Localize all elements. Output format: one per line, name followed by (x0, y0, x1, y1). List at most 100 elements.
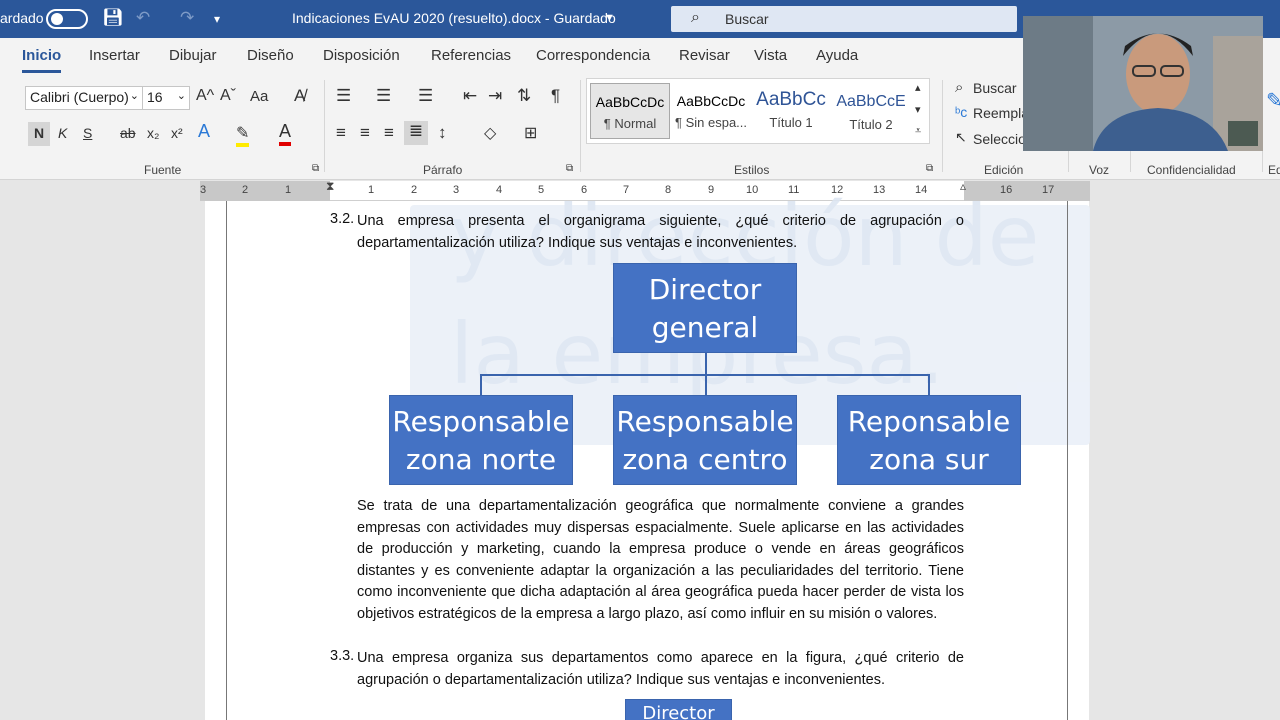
align-left-icon[interactable]: ≡ (336, 123, 346, 143)
strikethrough-button[interactable]: ab (120, 125, 136, 141)
webcam-overlay (1023, 16, 1263, 151)
multilevel-list-icon[interactable]: ☰ (418, 86, 433, 106)
tab-diseno[interactable]: Diseño (247, 47, 294, 64)
org-box-line: Responsable (616, 405, 794, 438)
sort-icon[interactable]: ⇅ (517, 86, 531, 106)
font-size-value: 16 (147, 89, 163, 105)
increase-indent-icon[interactable]: ⇥ (488, 86, 502, 106)
title-dropdown-icon[interactable]: ▼ (604, 12, 615, 24)
select-button[interactable]: Seleccio (973, 131, 1026, 147)
styles-more-icon[interactable]: ⩡ (915, 125, 921, 138)
replace-button[interactable]: Reempla (973, 105, 1029, 121)
font-color-icon[interactable]: A (279, 121, 292, 146)
editor-icon[interactable]: ✎ (1266, 88, 1280, 113)
style-sample: AaBbCcE (836, 93, 906, 110)
style-no-spacing[interactable]: AaBbCcDc ¶ Sin espa... (671, 83, 751, 139)
change-case-button[interactable]: Aa (250, 88, 268, 105)
justify-icon[interactable]: ≣ (404, 121, 428, 145)
find-icon[interactable]: ⌕ (955, 79, 963, 96)
shrink-font-button[interactable]: Aˇ (220, 87, 236, 105)
style-name: ¶ Sin espa... (674, 115, 748, 130)
org-box-director-2[interactable]: Director (625, 699, 732, 720)
font-name-select[interactable]: Calibri (Cuerpo) ⌄ (25, 86, 143, 110)
line-spacing-icon[interactable]: ↕ (438, 123, 447, 143)
question-number: 3.3. (330, 648, 355, 664)
tab-correspondencia[interactable]: Correspondencia (536, 47, 650, 64)
org-box-norte[interactable]: Responsable zona norte (389, 395, 573, 485)
style-name: ¶ Normal (603, 116, 657, 131)
text-effects-icon[interactable]: A (198, 121, 210, 142)
group-label-parrafo: Párrafo (423, 163, 463, 177)
find-button[interactable]: Buscar (973, 80, 1017, 96)
org-box-director[interactable]: Director general (613, 263, 797, 353)
shading-icon[interactable]: ◇ (484, 123, 496, 143)
question-text[interactable]: Una empresa organiza sus departamentos c… (357, 648, 964, 691)
estilos-launcher-icon[interactable]: ⧉ (926, 163, 933, 174)
highlight-icon[interactable]: ✎ (236, 123, 250, 147)
ruler-number: 17 (1042, 184, 1055, 196)
numbering-icon[interactable]: ☰ (376, 86, 391, 106)
answer-paragraph[interactable]: Se trata de una departamentalización geo… (357, 496, 964, 625)
tab-revisar[interactable]: Revisar (679, 47, 730, 64)
search-placeholder: Buscar (725, 11, 769, 27)
style-heading-2[interactable]: AaBbCcE Título 2 (831, 83, 911, 139)
ruler-number: 1 (285, 184, 292, 196)
style-heading-1[interactable]: AaBbCc Título 1 (751, 83, 831, 139)
style-normal[interactable]: AaBbCcDc ¶ Normal (590, 83, 670, 139)
chevron-down-icon: ⌄ (176, 90, 186, 102)
org-box-centro[interactable]: Responsable zona centro (613, 395, 797, 485)
org-connector (480, 374, 482, 395)
ruler-number: 2 (242, 184, 249, 196)
question-text[interactable]: Una empresa presenta el organigrama sigu… (357, 211, 964, 254)
autosave-label: ardado (0, 10, 44, 26)
undo-icon[interactable]: ↶ (136, 8, 150, 28)
tab-insertar[interactable]: Insertar (89, 47, 140, 64)
org-connector (705, 353, 707, 375)
align-right-icon[interactable]: ≡ (384, 123, 394, 143)
bold-button[interactable]: N (28, 122, 50, 146)
styles-scroll-up-icon[interactable]: ▴ (915, 81, 921, 94)
italic-button[interactable]: K (58, 125, 67, 141)
style-sample: AaBbCc (756, 89, 826, 110)
autosave-toggle[interactable] (46, 9, 88, 29)
underline-button[interactable]: S (83, 125, 92, 141)
org-connector (928, 374, 930, 395)
ruler-left-margin (200, 181, 330, 201)
org-box-sur[interactable]: Reponsable zona sur (837, 395, 1021, 485)
tab-referencias[interactable]: Referencias (431, 47, 511, 64)
show-formatting-button[interactable]: ¶ (551, 86, 560, 106)
indent-marker-icon[interactable]: ⧗ (326, 179, 334, 194)
superscript-button[interactable]: x² (171, 125, 183, 141)
tab-inicio[interactable]: Inicio (22, 47, 62, 73)
font-size-select[interactable]: 16 ⌄ (142, 86, 190, 110)
document-title[interactable]: Indicaciones EvAU 2020 (resuelto).docx -… (292, 10, 616, 26)
tab-dibujar[interactable]: Dibujar (169, 47, 217, 64)
styles-scroll-down-icon[interactable]: ▾ (915, 103, 921, 116)
style-sample: AaBbCcDc (676, 93, 746, 109)
tab-ayuda[interactable]: Ayuda (816, 47, 858, 64)
fuente-launcher-icon[interactable]: ⧉ (312, 163, 319, 174)
clear-format-icon[interactable]: A̸ (294, 86, 305, 106)
select-icon[interactable]: ↖ (955, 129, 967, 146)
align-center-icon[interactable]: ≡ (360, 123, 370, 143)
presenter-image (1023, 16, 1263, 151)
parrafo-launcher-icon[interactable]: ⧉ (566, 163, 573, 174)
group-label-estilos: Estilos (734, 163, 770, 177)
tab-vista[interactable]: Vista (754, 47, 787, 64)
style-name: Título 1 (769, 115, 813, 130)
borders-icon[interactable]: ⊞ (524, 123, 537, 143)
search-box[interactable]: ⌕ Buscar (671, 6, 1017, 32)
org-box-line: Director (642, 703, 715, 720)
group-label-fuente: Fuente (144, 163, 182, 177)
bullets-icon[interactable]: ☰ (336, 86, 351, 106)
decrease-indent-icon[interactable]: ⇤ (463, 86, 477, 106)
replace-icon[interactable]: ᵇc (955, 104, 967, 120)
styles-gallery: AaBbCcDc ¶ Normal AaBbCcDc ¶ Sin espa...… (586, 78, 930, 144)
customize-toolbar-icon[interactable]: ▾ (214, 12, 220, 26)
tab-disposicion[interactable]: Disposición (323, 47, 400, 64)
save-icon[interactable]: 💾︎ (102, 8, 124, 28)
subscript-button[interactable]: x₂ (147, 125, 159, 141)
style-name: Título 2 (849, 117, 893, 132)
grow-font-button[interactable]: A^ (196, 87, 214, 105)
redo-icon[interactable]: ↷ (180, 8, 194, 28)
